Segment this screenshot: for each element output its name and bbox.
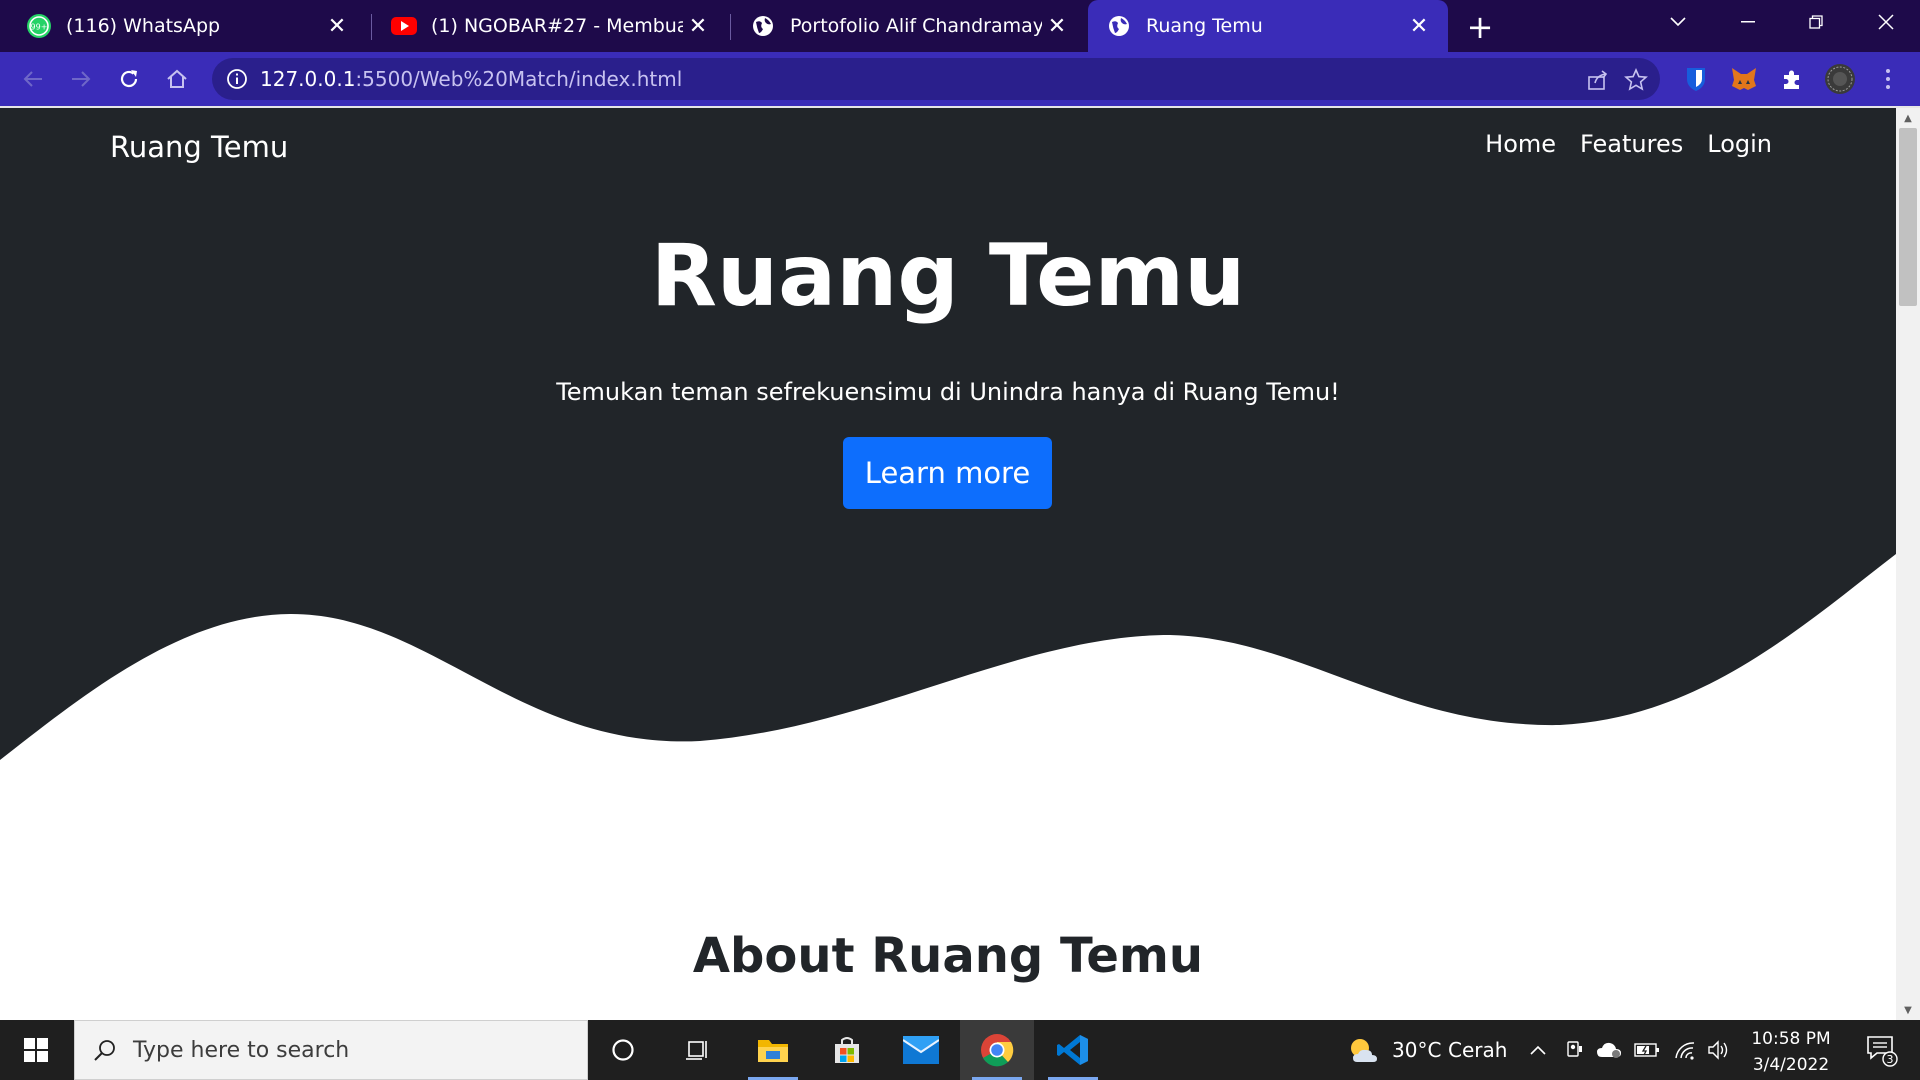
chrome-icon[interactable] [960, 1020, 1034, 1080]
tab-title: Portofolio Alif Chandramaya [790, 15, 1042, 37]
globe-icon [1106, 13, 1132, 39]
learn-more-button[interactable]: Learn more [843, 437, 1052, 509]
site-navbar: Ruang Temu Home Features Login [0, 108, 1896, 192]
address-bar[interactable]: 127.0.0.1:5500/Web%20Match/index.html [212, 58, 1660, 100]
site-brand[interactable]: Ruang Temu [110, 130, 288, 164]
share-icon[interactable] [1586, 68, 1610, 92]
nav-features[interactable]: Features [1580, 130, 1683, 158]
bookmark-star-icon[interactable] [1624, 68, 1648, 92]
scroll-up-icon[interactable]: ▲ [1896, 108, 1920, 128]
taskbar-search-box[interactable]: Type here to search [74, 1020, 588, 1080]
web-page: Ruang Temu Home Features Login Ruang Tem… [0, 108, 1896, 1020]
tab-title: (116) WhatsApp [66, 15, 221, 37]
restore-icon[interactable] [1782, 0, 1850, 44]
hero-subtitle: Temukan teman sefrekuensimu di Unindra h… [556, 378, 1340, 406]
close-window-icon[interactable] [1852, 0, 1920, 44]
url-path: :5500/Web%20Match/index.html [355, 67, 683, 91]
browser-menu-icon[interactable] [1872, 63, 1904, 95]
windows-taskbar: Type here to search 30°C Cerah 10:58 PM … [0, 1020, 1920, 1080]
volume-icon[interactable] [1704, 1020, 1734, 1080]
site-info-icon[interactable] [226, 68, 248, 90]
new-tab-button[interactable]: + [1462, 8, 1498, 46]
mail-icon[interactable] [884, 1020, 958, 1080]
close-tab-icon[interactable]: ✕ [322, 11, 352, 41]
scrollbar-thumb[interactable] [1899, 128, 1917, 306]
vscode-icon[interactable] [1036, 1020, 1110, 1080]
search-icon [93, 1038, 117, 1062]
windows-start-icon[interactable] [0, 1020, 72, 1080]
extensions-puzzle-icon[interactable] [1776, 63, 1808, 95]
clock-time: 10:58 PM [1751, 1029, 1831, 1049]
tab-search-icon[interactable] [1644, 0, 1712, 44]
weather-temp[interactable]: 30°C [1392, 1038, 1441, 1062]
forward-arrow-icon[interactable] [62, 60, 100, 98]
minimize-icon[interactable] [1714, 0, 1782, 44]
tab-whatsapp[interactable]: 99+ (116) WhatsApp ✕ [0, 0, 366, 52]
hero-title: Ruang Temu [650, 226, 1246, 326]
wifi-icon[interactable] [1670, 1020, 1700, 1080]
task-view-icon[interactable] [660, 1020, 734, 1080]
close-tab-icon[interactable]: ✕ [1042, 11, 1072, 41]
browser-toolbar: 127.0.0.1:5500/Web%20Match/index.html [0, 52, 1920, 106]
tab-title: (1) NGOBAR#27 - Membuat Web [431, 15, 683, 37]
about-section-title: About Ruang Temu [692, 928, 1204, 984]
close-tab-icon[interactable]: ✕ [1404, 11, 1434, 41]
onedrive-icon[interactable] [1594, 1020, 1624, 1080]
clock-date: 3/4/2022 [1752, 1055, 1830, 1075]
home-icon[interactable] [158, 60, 196, 98]
tab-ruang-temu[interactable]: Ruang Temu ✕ [1088, 0, 1448, 52]
metamask-fox-icon[interactable] [1728, 63, 1760, 95]
url-text[interactable]: 127.0.0.1:5500/Web%20Match/index.html [260, 67, 682, 91]
nav-home[interactable]: Home [1485, 130, 1556, 158]
file-explorer-icon[interactable] [736, 1020, 810, 1080]
notification-center-icon[interactable]: 3 [1852, 1020, 1912, 1080]
back-arrow-icon[interactable] [14, 60, 52, 98]
scroll-down-icon[interactable]: ▼ [1896, 1000, 1920, 1020]
profile-avatar[interactable] [1824, 63, 1856, 95]
show-hidden-icons-icon[interactable] [1524, 1020, 1552, 1080]
tab-title: Ruang Temu [1146, 15, 1263, 37]
url-host: 127.0.0.1 [260, 67, 356, 91]
taskbar-clock[interactable]: 10:58 PM 3/4/2022 [1736, 1026, 1846, 1078]
cortana-icon[interactable] [586, 1020, 660, 1080]
tab-youtube[interactable]: (1) NGOBAR#27 - Membuat Web ✕ [365, 0, 727, 52]
microsoft-store-icon[interactable] [810, 1020, 884, 1080]
nav-login[interactable]: Login [1707, 130, 1772, 158]
site-nav-links: Home Features Login [1485, 130, 1772, 158]
tab-badge: 99+ [31, 23, 48, 32]
whatsapp-icon: 99+ [26, 13, 52, 39]
reload-icon[interactable] [110, 60, 148, 98]
youtube-icon [391, 13, 417, 39]
close-tab-icon[interactable]: ✕ [683, 11, 713, 41]
globe-icon [750, 13, 776, 39]
browser-tab-strip: 99+ (116) WhatsApp ✕ (1) NGOBAR#27 - Mem… [0, 0, 1920, 52]
bitwarden-icon[interactable] [1680, 63, 1712, 95]
weather-icon[interactable] [1346, 1020, 1380, 1080]
tab-portofolio[interactable]: Portofolio Alif Chandramaya ✕ [724, 0, 1086, 52]
battery-icon[interactable] [1632, 1020, 1662, 1080]
search-placeholder: Type here to search [133, 1037, 350, 1063]
meet-now-icon[interactable] [1560, 1020, 1588, 1080]
notification-count: 3 [1887, 1053, 1894, 1066]
weather-desc[interactable]: Cerah [1448, 1038, 1507, 1062]
